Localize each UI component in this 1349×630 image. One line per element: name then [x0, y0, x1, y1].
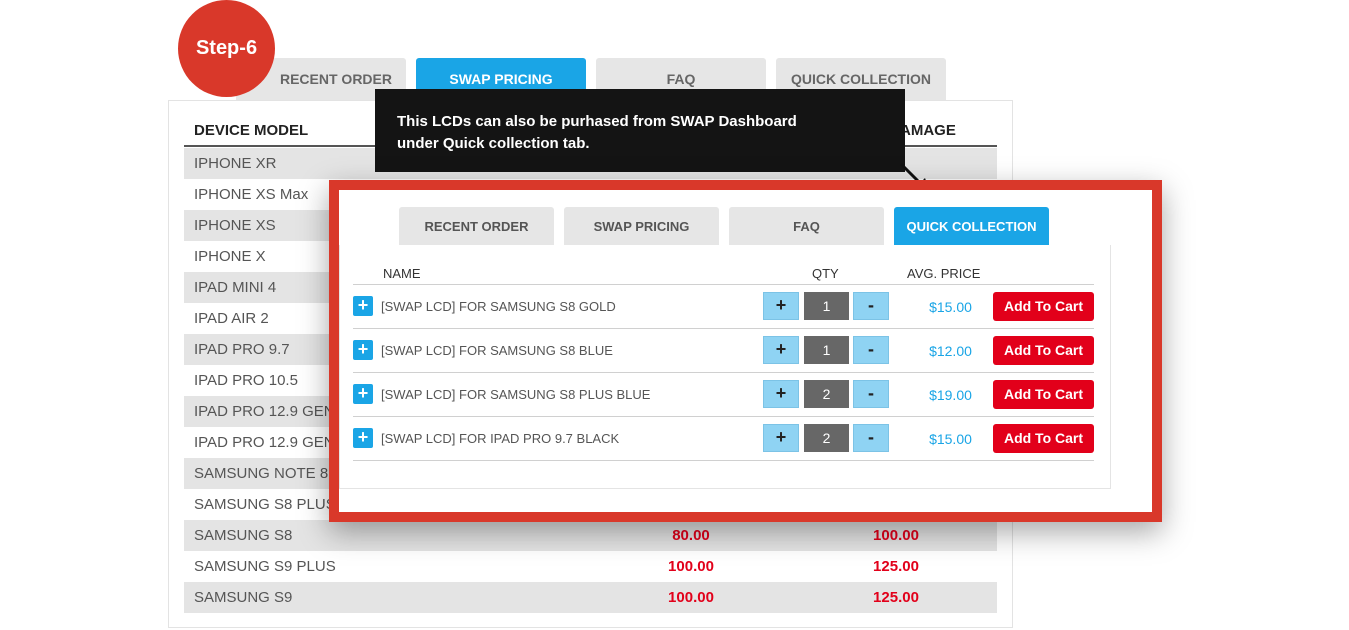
qty-increase-button[interactable]: + — [763, 336, 799, 364]
qty-value[interactable]: 1 — [804, 292, 849, 320]
price-cell: 100.00 — [668, 558, 714, 575]
expand-plus-icon[interactable]: + — [353, 428, 373, 448]
item-name: [SWAP LCD] FOR SAMSUNG S8 BLUE — [381, 343, 613, 358]
device-model: IPAD PRO 12.9 GEN 2 — [194, 434, 348, 451]
list-item: + [SWAP LCD] FOR SAMSUNG S8 GOLD +1- $15.00… — [353, 285, 1094, 329]
device-model: IPAD PRO 10.5 — [194, 372, 298, 389]
device-model: IPHONE XS Max — [194, 186, 309, 203]
add-to-cart-button[interactable]: Add To Cart — [993, 292, 1094, 321]
device-model: IPAD PRO 12.9 GEN 1 — [194, 403, 348, 420]
damage-price-cell: 100.00 — [873, 527, 919, 544]
tab-recent-order[interactable]: RECENT ORDER — [399, 207, 554, 245]
device-model: IPHONE X — [194, 248, 266, 265]
header-qty: QTY — [812, 266, 839, 281]
add-to-cart-button[interactable]: Add To Cart — [993, 424, 1094, 453]
qty-increase-button[interactable]: + — [763, 380, 799, 408]
device-model: IPAD AIR 2 — [194, 310, 269, 327]
header-damage: AMAGE — [900, 122, 956, 139]
tab-quick-collection[interactable]: QUICK COLLECTION — [894, 207, 1049, 245]
qty-decrease-button[interactable]: - — [853, 336, 889, 364]
device-model: SAMSUNG S9 — [194, 589, 293, 606]
expand-plus-icon[interactable]: + — [353, 384, 373, 404]
expand-plus-icon[interactable]: + — [353, 296, 373, 316]
avg-price: $15.00 — [929, 431, 972, 447]
device-model: SAMSUNG S8 PLUS — [194, 496, 336, 513]
avg-price: $19.00 — [929, 387, 972, 403]
tab-faq[interactable]: FAQ — [729, 207, 884, 245]
qty-increase-button[interactable]: + — [763, 292, 799, 320]
table-row: SAMSUNG S9 PLUS 100.00 125.00 — [184, 551, 997, 582]
device-model: IPHONE XR — [194, 155, 277, 172]
instruction-tooltip: This LCDs can also be purhased from SWAP… — [375, 89, 905, 172]
device-model: IPAD PRO 9.7 — [194, 341, 290, 358]
step-badge: Step-6 — [178, 0, 275, 97]
table-row: SAMSUNG S8 80.00 100.00 — [184, 520, 997, 551]
tooltip-line-2: under Quick collection tab. — [397, 135, 590, 152]
item-name: [SWAP LCD] FOR SAMSUNG S8 GOLD — [381, 299, 616, 314]
item-name: [SWAP LCD] FOR IPAD PRO 9.7 BLACK — [381, 431, 620, 446]
qty-value[interactable]: 2 — [804, 380, 849, 408]
header-device-model: DEVICE MODEL — [194, 122, 309, 139]
device-model: SAMSUNG S8 — [194, 527, 293, 544]
damage-price-cell: 125.00 — [873, 589, 919, 606]
avg-price: $15.00 — [929, 299, 972, 315]
device-model: SAMSUNG S9 PLUS — [194, 558, 336, 575]
add-to-cart-button[interactable]: Add To Cart — [993, 380, 1094, 409]
header-avg-price: AVG. PRICE — [907, 266, 981, 281]
qty-value[interactable]: 1 — [804, 336, 849, 364]
qty-decrease-button[interactable]: - — [853, 424, 889, 452]
list-item: + [SWAP LCD] FOR SAMSUNG S8 BLUE +1- $12.00… — [353, 329, 1094, 373]
quick-collection-header: NAME QTY AVG. PRICE — [353, 263, 1094, 285]
qty-decrease-button[interactable]: - — [853, 380, 889, 408]
price-cell: 100.00 — [668, 589, 714, 606]
damage-price-cell: 125.00 — [873, 558, 919, 575]
list-item: + [SWAP LCD] FOR IPAD PRO 9.7 BLACK +2- $15… — [353, 417, 1094, 461]
qty-increase-button[interactable]: + — [763, 424, 799, 452]
avg-price: $12.00 — [929, 343, 972, 359]
header-name: NAME — [383, 266, 421, 281]
table-row: SAMSUNG S9 100.00 125.00 — [184, 582, 997, 613]
expand-plus-icon[interactable]: + — [353, 340, 373, 360]
list-item: + [SWAP LCD] FOR SAMSUNG S8 PLUS BLUE +2- $… — [353, 373, 1094, 417]
price-cell: 80.00 — [672, 527, 710, 544]
qty-value[interactable]: 2 — [804, 424, 849, 452]
device-model: IPAD MINI 4 — [194, 279, 277, 296]
device-model: SAMSUNG NOTE 8 — [194, 465, 329, 482]
add-to-cart-button[interactable]: Add To Cart — [993, 336, 1094, 365]
device-model: IPHONE XS — [194, 217, 276, 234]
tab-swap-pricing[interactable]: SWAP PRICING — [564, 207, 719, 245]
tooltip-line-1: This LCDs can also be purhased from SWAP… — [397, 113, 797, 130]
item-name: [SWAP LCD] FOR SAMSUNG S8 PLUS BLUE — [381, 387, 651, 402]
qty-decrease-button[interactable]: - — [853, 292, 889, 320]
